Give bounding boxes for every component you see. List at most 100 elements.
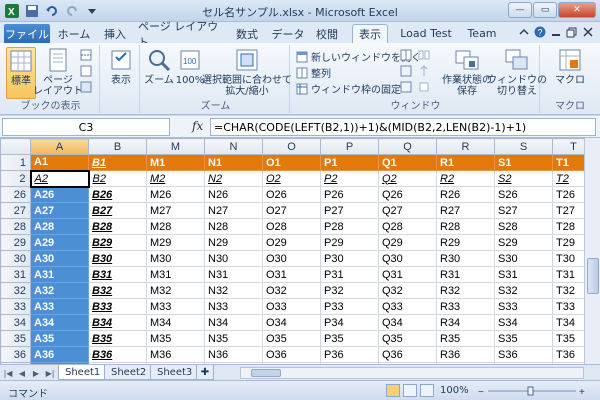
cell[interactable]: A36 (30, 346, 89, 363)
cell[interactable]: M1 (146, 154, 205, 171)
cell[interactable]: S32 (494, 282, 553, 299)
cell[interactable]: R1 (436, 154, 495, 171)
row-header[interactable]: 35 (0, 330, 31, 347)
freeze-panes-button[interactable]: ウィンドウ枠の固定▾ (296, 81, 409, 96)
cell[interactable]: P31 (320, 266, 379, 283)
cell[interactable]: P36 (320, 346, 379, 363)
minimize-button[interactable]: — (508, 2, 532, 18)
tab-review[interactable]: 校閲 (312, 24, 342, 43)
cell[interactable]: P1 (320, 154, 379, 171)
excel-app-icon[interactable]: X (4, 3, 20, 19)
reset-position-button[interactable] (418, 81, 430, 93)
normal-view-status-icon[interactable] (386, 384, 400, 397)
cell[interactable]: R33 (436, 298, 495, 315)
cell[interactable]: A28 (30, 218, 89, 235)
cell[interactable]: B1 (88, 154, 147, 171)
sheet-tab-2[interactable]: Sheet2 (104, 365, 154, 380)
window-restore-icon[interactable] (566, 26, 578, 38)
cell[interactable]: N30 (204, 250, 263, 267)
formula-input[interactable]: =CHAR(CODE(LEFT(B2,1))+1)&(MID(B2,2,LEN(… (210, 118, 596, 136)
row-header[interactable]: 32 (0, 282, 31, 299)
cell[interactable]: B35 (88, 330, 147, 347)
cell[interactable]: R31 (436, 266, 495, 283)
split-button[interactable] (400, 49, 412, 61)
row-header[interactable]: 2 (0, 170, 31, 187)
cell[interactable]: P29 (320, 234, 379, 251)
page-break-status-icon[interactable] (420, 384, 434, 397)
cell[interactable]: P34 (320, 314, 379, 331)
cell[interactable]: A26 (30, 186, 89, 203)
save-workspace-button[interactable]: 作業状態の 保存 (442, 47, 492, 97)
tab-page-layout[interactable]: ページ レイアウト (138, 20, 228, 49)
row-header[interactable]: 30 (0, 250, 31, 267)
switch-window-button[interactable]: ウィンドウの 切り替え (487, 47, 547, 97)
cell[interactable]: M28 (146, 218, 205, 235)
cell[interactable]: A34 (30, 314, 89, 331)
cell[interactable]: A27 (30, 202, 89, 219)
cell[interactable]: Q35 (378, 330, 437, 347)
column-header[interactable]: A (30, 138, 89, 155)
tab-team[interactable]: Team (462, 24, 502, 43)
cell[interactable]: P28 (320, 218, 379, 235)
cell[interactable]: Q36 (378, 346, 437, 363)
cell[interactable]: B30 (88, 250, 147, 267)
row-header[interactable]: 36 (0, 346, 31, 363)
page-layout-view-button[interactable]: ページ レイアウト (33, 47, 83, 99)
cell[interactable]: M36 (146, 346, 205, 363)
cell[interactable]: N35 (204, 330, 263, 347)
cell[interactable]: Q26 (378, 186, 437, 203)
cell[interactable]: M30 (146, 250, 205, 267)
vertical-scrollbar[interactable] (584, 138, 600, 364)
cell[interactable]: Q32 (378, 282, 437, 299)
cell[interactable]: O32 (262, 282, 321, 299)
cell[interactable]: Q27 (378, 202, 437, 219)
cell[interactable]: S33 (494, 298, 553, 315)
cell[interactable]: B28 (88, 218, 147, 235)
tab-file[interactable]: ファイル (4, 24, 50, 43)
cell[interactable]: S36 (494, 346, 553, 363)
cell[interactable]: R35 (436, 330, 495, 347)
cell[interactable]: B33 (88, 298, 147, 315)
unhide-button[interactable] (400, 81, 412, 93)
cell[interactable]: R36 (436, 346, 495, 363)
column-header[interactable]: N (204, 138, 263, 155)
cell[interactable]: B29 (88, 234, 147, 251)
cell[interactable]: A30 (30, 250, 89, 267)
cell[interactable]: S34 (494, 314, 553, 331)
cell[interactable]: O34 (262, 314, 321, 331)
cell[interactable]: Q2 (378, 170, 437, 187)
arrange-button[interactable]: 整列 (296, 65, 331, 80)
cell[interactable]: S28 (494, 218, 553, 235)
cell[interactable]: O27 (262, 202, 321, 219)
cell[interactable]: Q29 (378, 234, 437, 251)
column-header[interactable]: P (320, 138, 379, 155)
show-button[interactable]: 表示 (106, 47, 136, 86)
cell[interactable]: R28 (436, 218, 495, 235)
select-all-corner[interactable] (0, 138, 31, 155)
maximize-button[interactable]: ▭ (533, 2, 557, 18)
custom-view-button[interactable] (80, 65, 92, 77)
tab-data[interactable]: データ (270, 24, 306, 43)
cell[interactable]: A32 (30, 282, 89, 299)
name-box[interactable]: C3 (2, 118, 170, 136)
zoom-level[interactable]: 100% (440, 385, 469, 396)
cell[interactable]: N31 (204, 266, 263, 283)
help-icon[interactable]: ? (534, 26, 546, 38)
cell[interactable]: O33 (262, 298, 321, 315)
cell[interactable]: N29 (204, 234, 263, 251)
tab-insert[interactable]: 挿入 (100, 24, 130, 43)
row-header[interactable]: 31 (0, 266, 31, 283)
first-sheet-icon[interactable]: |◀ (2, 367, 14, 379)
cell[interactable]: P33 (320, 298, 379, 315)
cell[interactable]: B32 (88, 282, 147, 299)
cell[interactable]: R30 (436, 250, 495, 267)
customize-qat-icon[interactable] (84, 3, 100, 19)
cell[interactable]: M27 (146, 202, 205, 219)
row-header[interactable]: 1 (0, 154, 31, 171)
cell[interactable]: N28 (204, 218, 263, 235)
cell[interactable]: N33 (204, 298, 263, 315)
cell[interactable]: M2 (146, 170, 205, 187)
horizontal-scroll-thumb[interactable] (251, 369, 281, 377)
cell[interactable]: A33 (30, 298, 89, 315)
vertical-scroll-thumb[interactable] (587, 258, 599, 294)
